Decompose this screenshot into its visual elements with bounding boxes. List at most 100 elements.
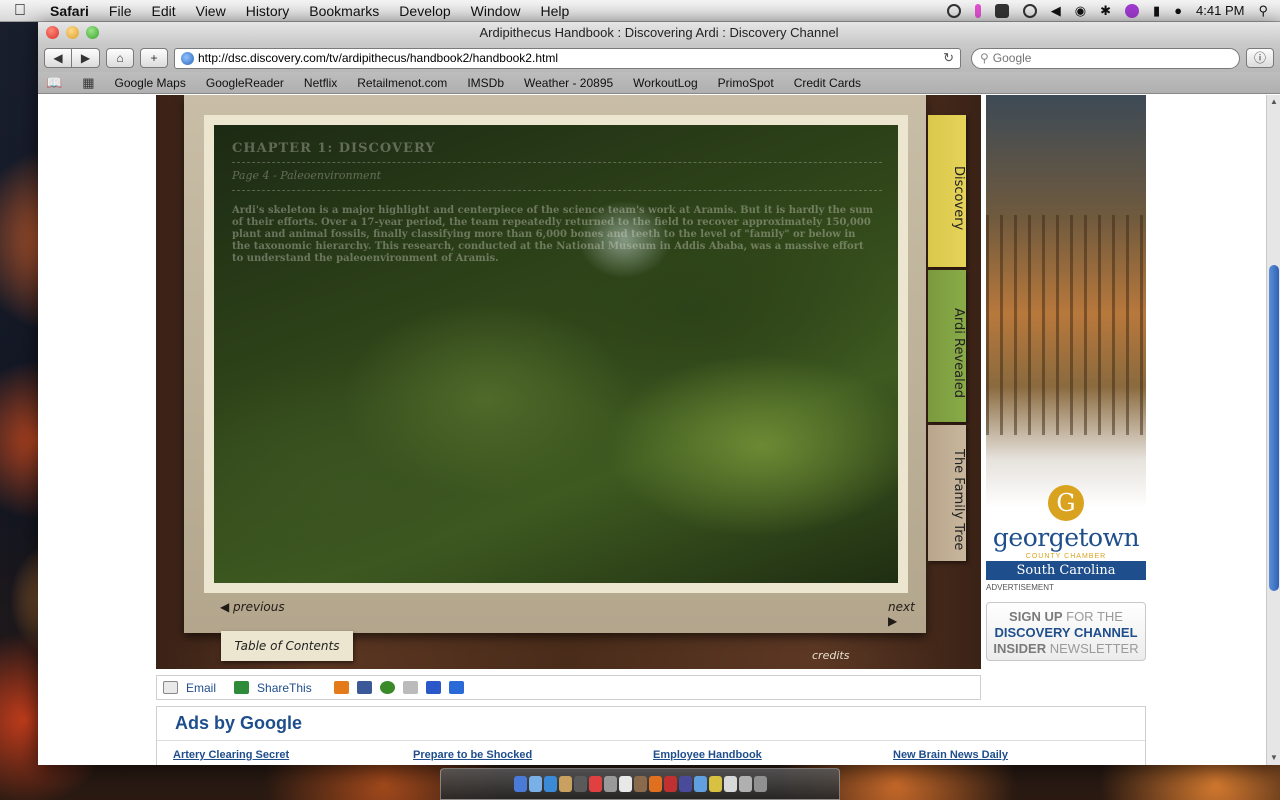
forward-button[interactable]: ▶ xyxy=(72,48,100,68)
time-machine-icon[interactable] xyxy=(946,3,961,18)
app-icon-blue[interactable] xyxy=(678,776,692,792)
bookmark-imsdb[interactable]: IMSDb xyxy=(467,76,504,90)
textedit-icon[interactable] xyxy=(618,776,632,792)
add-bookmark-button[interactable]: + xyxy=(140,48,168,68)
search-input[interactable] xyxy=(992,51,1231,65)
close-window-button[interactable] xyxy=(46,26,59,39)
battery-meter-icon[interactable] xyxy=(974,3,981,18)
digg-icon[interactable] xyxy=(402,681,418,694)
home-button[interactable]: ⌂ xyxy=(106,48,134,68)
mail-icon[interactable] xyxy=(528,776,542,792)
bookmark-googlereader[interactable]: GoogleReader xyxy=(206,76,284,90)
volume-icon[interactable]: ◀ xyxy=(1051,3,1061,19)
menu-file[interactable]: File xyxy=(99,0,142,22)
menu-view[interactable]: View xyxy=(186,0,236,22)
downloads-stack-icon[interactable] xyxy=(738,776,752,792)
document-icon[interactable] xyxy=(723,776,737,792)
delicious-icon[interactable] xyxy=(425,681,441,694)
bluetooth-icon[interactable]: ✱ xyxy=(1100,3,1111,19)
chat-icon[interactable] xyxy=(1022,3,1037,18)
newsletter-word: NEWSLETTER xyxy=(1046,641,1139,656)
ad-link-handbook[interactable]: Employee Handbook xyxy=(653,749,893,761)
window-titlebar: Ardipithecus Handbook : Discovering Ardi… xyxy=(38,22,1280,44)
app-status-icon[interactable] xyxy=(994,3,1009,18)
battery-icon[interactable]: ▮ xyxy=(1153,3,1160,19)
url-input[interactable] xyxy=(198,51,944,65)
menu-app[interactable]: Safari xyxy=(40,0,99,22)
menu-develop[interactable]: Develop xyxy=(389,0,460,22)
credits-link[interactable]: credits xyxy=(812,649,849,662)
ad-link-artery[interactable]: Artery Clearing Secret xyxy=(173,749,413,761)
ad-link-brain-news[interactable]: New Brain News Daily xyxy=(893,749,1133,761)
ad-link-shocked[interactable]: Prepare to be Shocked xyxy=(413,749,653,761)
minimize-window-button[interactable] xyxy=(66,26,79,39)
finder-icon[interactable] xyxy=(513,776,527,792)
scrollbar-thumb[interactable] xyxy=(1269,265,1279,591)
menu-bookmarks[interactable]: Bookmarks xyxy=(299,0,389,22)
bookmark-netflix[interactable]: Netflix xyxy=(304,76,337,90)
ad-state-banner[interactable]: South Carolina xyxy=(986,561,1146,580)
search-icon: ⚲ xyxy=(979,51,989,65)
menubar-clock[interactable]: 4:41 PM xyxy=(1196,3,1244,18)
newsletter-for-the: FOR THE xyxy=(1062,609,1123,624)
open-book-icon[interactable]: 📖 xyxy=(46,75,62,91)
search-bar[interactable]: ⚲ xyxy=(970,47,1240,69)
menu-edit[interactable]: Edit xyxy=(141,0,185,22)
safari-icon[interactable] xyxy=(543,776,557,792)
email-link[interactable]: Email xyxy=(186,681,216,695)
tab-family-tree[interactable]: The Family Tree xyxy=(928,425,966,561)
bookmark-credit-cards[interactable]: Credit Cards xyxy=(794,76,861,90)
ichat-icon[interactable] xyxy=(573,776,587,792)
scroll-down-arrow-icon[interactable]: ▼ xyxy=(1267,751,1280,765)
ad-subtitle: COUNTY CHAMBER xyxy=(1025,553,1107,560)
previous-page-link[interactable]: ◀ previous xyxy=(220,600,285,614)
apple-menu-icon[interactable]:  xyxy=(0,2,40,20)
info-button[interactable]: ⓘ xyxy=(1246,48,1274,68)
georgetown-ad[interactable]: G georgetown COUNTY CHAMBER xyxy=(986,95,1146,581)
address-book-icon[interactable] xyxy=(558,776,572,792)
sharethis-icon[interactable] xyxy=(234,681,250,694)
menu-window[interactable]: Window xyxy=(461,0,531,22)
user-status-icon[interactable] xyxy=(1125,3,1140,18)
wifi-icon[interactable]: ◉ xyxy=(1075,3,1086,19)
address-bar[interactable]: ↻ xyxy=(174,47,961,69)
more-share-icon[interactable] xyxy=(448,681,464,694)
app-icon-red[interactable] xyxy=(663,776,677,792)
user-icon[interactable]: ● xyxy=(1174,3,1182,18)
bookmark-google-maps[interactable]: Google Maps xyxy=(114,76,185,90)
tab-ardi-revealed[interactable]: Ardi Revealed xyxy=(928,270,966,422)
sharethis-link[interactable]: ShareThis xyxy=(257,681,312,695)
menu-history[interactable]: History xyxy=(236,0,300,22)
bookmark-primospot[interactable]: PrimoSpot xyxy=(718,76,774,90)
bebo-icon[interactable] xyxy=(333,681,349,694)
grid-icon[interactable]: ▦ xyxy=(82,75,94,91)
spotlight-icon[interactable]: ⚲ xyxy=(1258,3,1268,19)
preview-icon[interactable] xyxy=(603,776,617,792)
menu-help[interactable]: Help xyxy=(530,0,579,22)
bookmarks-bar: 📖 ▦ Google Maps GoogleReader Netflix Ret… xyxy=(38,72,1280,94)
itunes-icon[interactable] xyxy=(633,776,647,792)
facebook-icon[interactable] xyxy=(356,681,372,694)
email-icon[interactable] xyxy=(163,681,178,694)
bookmark-weather[interactable]: Weather - 20895 xyxy=(524,76,613,90)
bookmark-retailmenot[interactable]: Retailmenot.com xyxy=(357,76,447,90)
newsletter-insider: INSIDER xyxy=(993,641,1047,656)
scroll-up-arrow-icon[interactable]: ▲ xyxy=(1267,95,1280,109)
bookmark-workoutlog[interactable]: WorkoutLog xyxy=(633,76,697,90)
reload-icon[interactable]: ↻ xyxy=(943,50,954,66)
firefox-icon[interactable] xyxy=(648,776,662,792)
book-frame: CHAPTER 1: DISCOVERY Page 4 - Paleoenvir… xyxy=(184,95,926,633)
newsletter-signup-button[interactable]: SIGN UP FOR THE DISCOVERY CHANNEL INSIDE… xyxy=(986,602,1146,661)
vertical-scrollbar[interactable]: ▲ ▼ xyxy=(1266,95,1280,765)
back-button[interactable]: ◀ xyxy=(44,48,72,68)
table-of-contents-tab[interactable]: Table of Contents xyxy=(221,631,353,661)
adium-icon[interactable] xyxy=(708,776,722,792)
trash-icon[interactable] xyxy=(753,776,767,792)
tab-discovery[interactable]: Discovery xyxy=(928,115,966,267)
zoom-window-button[interactable] xyxy=(86,26,99,39)
stumbleupon-icon[interactable] xyxy=(379,681,395,694)
next-page-link[interactable]: next ▶ xyxy=(888,600,926,628)
forest-photo: CHAPTER 1: DISCOVERY Page 4 - Paleoenvir… xyxy=(214,125,898,583)
calendar-icon[interactable] xyxy=(588,776,602,792)
chat-app-icon[interactable] xyxy=(693,776,707,792)
